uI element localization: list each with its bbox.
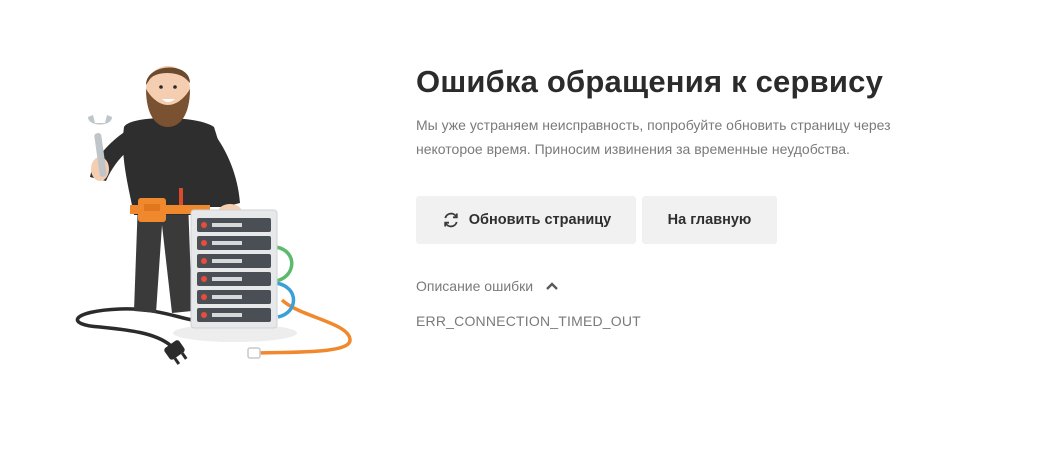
technician-illustration: [75, 66, 352, 365]
home-button-label: На главную: [667, 212, 752, 228]
error-description: Мы уже устраняем неисправность, попробуй…: [416, 117, 891, 157]
error-content: Ошибка обращения к сервису Мы уже устран…: [416, 60, 1016, 329]
refresh-icon: [444, 212, 458, 228]
chevron-up-icon: [546, 282, 558, 290]
refresh-page-button[interactable]: Обновить страницу: [416, 196, 636, 244]
action-buttons: Обновить страницу На главную: [416, 196, 1016, 244]
refresh-page-label: Обновить страницу: [468, 212, 612, 228]
error-code: ERR_CONNECTION_TIMED_OUT: [416, 313, 641, 329]
error-details-label: Описание ошибки: [416, 278, 534, 294]
page-title: Ошибка обращения к сервису: [416, 64, 884, 99]
error-details-toggle[interactable]: Описание ошибки: [416, 278, 576, 294]
error-page: Ошибка обращения к сервису Мы уже устран…: [0, 0, 1051, 456]
home-button[interactable]: На главную: [642, 196, 777, 244]
